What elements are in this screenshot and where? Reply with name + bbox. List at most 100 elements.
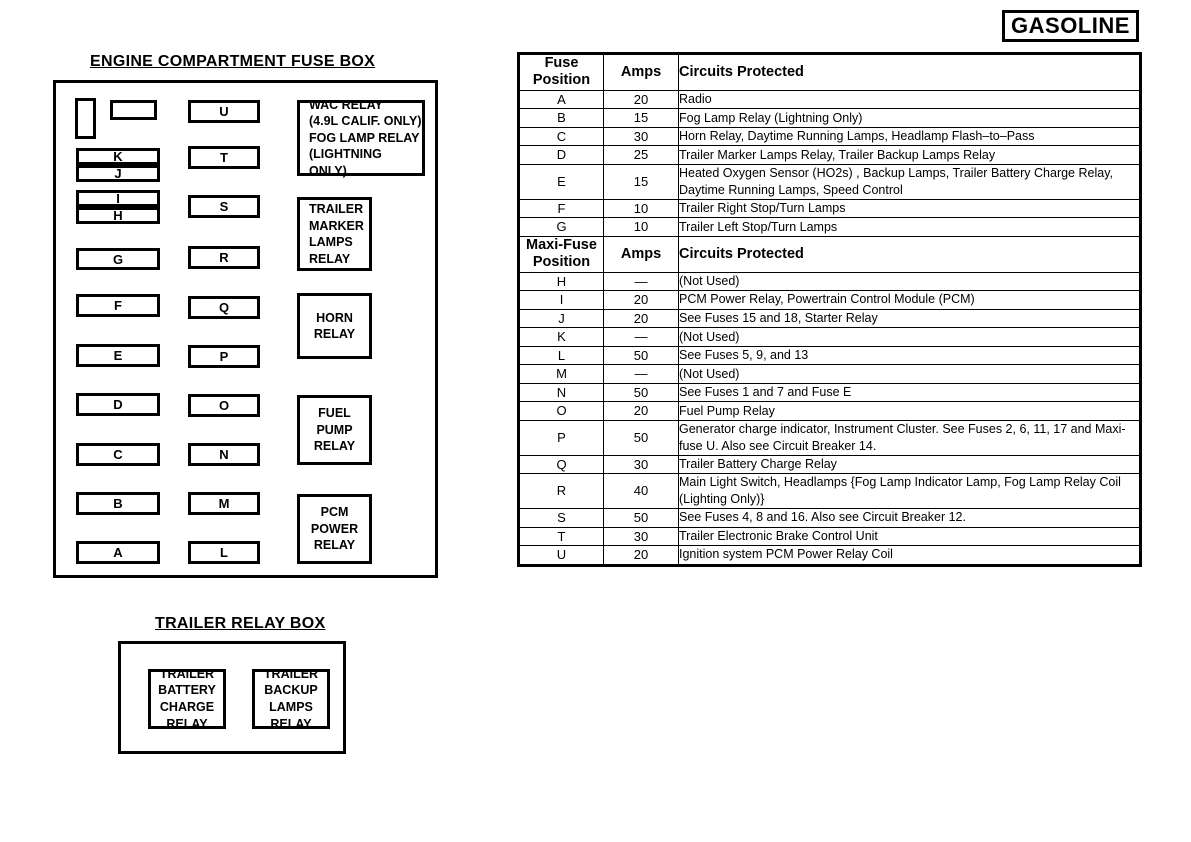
fuse-slot-label: G [112, 251, 124, 267]
trailer-battery-charge-relay-box: TRAILER BATTERY CHARGE RELAY [148, 667, 226, 731]
cell-fuse-position: O [518, 401, 604, 421]
relay-label-line: (4.9L CALIF. ONLY) [309, 114, 422, 129]
cell-fuse-position: D [518, 145, 604, 165]
relay-label-line: (LIGHTNING ONLY) [309, 147, 382, 178]
table-header-fuse: Fuse Position Amps Circuits Protected [518, 53, 1141, 91]
cell-amps: 30 [603, 526, 679, 547]
cell-amps: 40 [603, 473, 679, 510]
cell-amps: 20 [603, 545, 679, 566]
cell-fuse-position: P [518, 419, 604, 456]
cell-amps: 50 [603, 345, 679, 366]
cell-fuse-position: C [518, 126, 604, 147]
fuse-slot-label: T [220, 150, 228, 165]
table-row: I 20 PCM Power Relay, Powertrain Control… [518, 290, 1141, 310]
relay-label-line: PCM [320, 505, 349, 520]
fuse-slot-J: J [76, 165, 160, 182]
relay-label-line: RELAY [313, 439, 356, 454]
fuse-slot-T: T [188, 146, 260, 169]
table-row: E 15 Heated Oxygen Sensor (HO2s) , Backu… [518, 163, 1141, 200]
table-header-maxifuse: Maxi-Fuse Position Amps Circuits Protect… [518, 235, 1141, 273]
engine-compartment-fuse-box-title: ENGINE COMPARTMENT FUSE BOX [90, 53, 376, 70]
cell-circuits: PCM Power Relay, Powertrain Control Modu… [678, 290, 1141, 310]
fuse-slot-G: G [76, 248, 160, 270]
fuse-box-diagram: ENGINE COMPARTMENT FUSE BOX K J I H G F … [0, 0, 500, 842]
cell-circuits: Trailer Marker Lamps Relay, Trailer Back… [678, 145, 1141, 165]
column-header-amps: Amps [603, 53, 679, 91]
fuse-slot-label: K [113, 149, 123, 164]
column-header-circuits-protected: Circuits Protected [678, 235, 1141, 273]
table-row: A 20 Radio [518, 89, 1141, 110]
relay-label-line: RELAY [313, 327, 356, 341]
cell-amps: — [603, 271, 679, 292]
fuse-slot-label: H [113, 208, 123, 223]
relay-label-line: FUEL [318, 406, 351, 421]
cell-fuse-position: J [518, 308, 604, 329]
cell-fuse-position: M [518, 364, 604, 384]
cell-circuits: (Not Used) [678, 271, 1141, 292]
cell-circuits: See Fuses 4, 8 and 16. Also see Circuit … [678, 508, 1141, 528]
relay-label-line: RELAY [166, 716, 208, 731]
table-row: F 10 Trailer Right Stop/Turn Lamps [518, 198, 1141, 219]
cell-circuits: (Not Used) [678, 327, 1141, 347]
table-row: L 50 See Fuses 5, 9, and 13 [518, 345, 1141, 366]
cell-circuits: Trailer Electronic Brake Control Unit [678, 526, 1141, 547]
relay-label-line: HORN [316, 310, 353, 325]
gasoline-badge-label: GASOLINE [1011, 13, 1130, 38]
wac-relay-box: WAC RELAY (4.9L CALIF. ONLY) FOG LAMP RE… [297, 98, 425, 178]
fuse-slot-C: C [76, 443, 160, 466]
fuse-slot-label: C [113, 447, 123, 462]
relay-label-line: BACKUP [264, 683, 318, 698]
relay-label-line: RELAY [270, 716, 312, 731]
cell-circuits: Trailer Right Stop/Turn Lamps [678, 198, 1141, 219]
cell-circuits: Heated Oxygen Sensor (HO2s) , Backup Lam… [678, 163, 1141, 200]
cell-amps: 50 [603, 382, 679, 403]
fuse-slot-label: A [113, 545, 123, 560]
fuse-slot-blank-horizontal [110, 100, 157, 120]
fuse-slot-label: N [219, 447, 229, 462]
cell-fuse-position: U [518, 545, 604, 566]
cell-fuse-position: N [518, 382, 604, 403]
fuse-slot-label: D [113, 397, 123, 412]
cell-amps: 25 [603, 145, 679, 165]
fuse-chart-table: Fuse Position Amps Circuits Protected A … [517, 52, 1142, 567]
cell-amps: 30 [603, 454, 679, 475]
cell-fuse-position: B [518, 108, 604, 128]
table-row: K — (Not Used) [518, 327, 1141, 347]
column-header-amps: Amps [603, 235, 679, 273]
cell-fuse-position: I [518, 290, 604, 310]
cell-fuse-position: E [518, 163, 604, 200]
column-header-fuse-position: Fuse Position [518, 53, 604, 91]
cell-amps: 20 [603, 290, 679, 310]
cell-amps: 50 [603, 508, 679, 528]
fuse-slot-Q: Q [188, 296, 260, 319]
cell-fuse-position: A [518, 89, 604, 110]
relay-label-line: BATTERY [158, 683, 216, 698]
cell-amps: — [603, 364, 679, 384]
table-row: P 50 Generator charge indicator, Instrum… [518, 419, 1141, 456]
cell-amps: 20 [603, 308, 679, 329]
table-row: G 10 Trailer Left Stop/Turn Lamps [518, 217, 1141, 237]
header-line: Fuse [544, 55, 579, 71]
table-row: D 25 Trailer Marker Lamps Relay, Trailer… [518, 145, 1141, 165]
header-line: Position [532, 254, 591, 271]
table-row: J 20 See Fuses 15 and 18, Starter Relay [518, 308, 1141, 329]
fuse-slot-label: Q [218, 300, 230, 315]
cell-amps: 50 [603, 419, 679, 456]
cell-circuits: Trailer Battery Charge Relay [678, 454, 1141, 475]
fuse-slot-label: F [114, 298, 122, 313]
trailer-marker-lamps-relay-box: TRAILER MARKER LAMPS RELAY [297, 197, 372, 271]
cell-fuse-position: K [518, 327, 604, 347]
fuse-slot-S: S [188, 195, 260, 218]
table-row: C 30 Horn Relay, Daytime Running Lamps, … [518, 126, 1141, 147]
table-row: N 50 See Fuses 1 and 7 and Fuse E [518, 382, 1141, 403]
cell-circuits: Main Light Switch, Headlamps {Fog Lamp I… [678, 473, 1141, 510]
cell-circuits: See Fuses 15 and 18, Starter Relay [678, 308, 1141, 329]
cell-fuse-position: L [518, 345, 604, 366]
relay-label-line: FOG LAMP RELAY [309, 130, 420, 145]
pcm-power-relay-box: PCM POWER RELAY [297, 494, 372, 564]
cell-circuits: Radio [678, 89, 1141, 110]
fuse-slot-A: A [76, 541, 160, 564]
table-row: T 30 Trailer Electronic Brake Control Un… [518, 526, 1141, 547]
fuse-slot-label: S [219, 199, 229, 214]
fuse-slot-label: O [218, 398, 230, 413]
